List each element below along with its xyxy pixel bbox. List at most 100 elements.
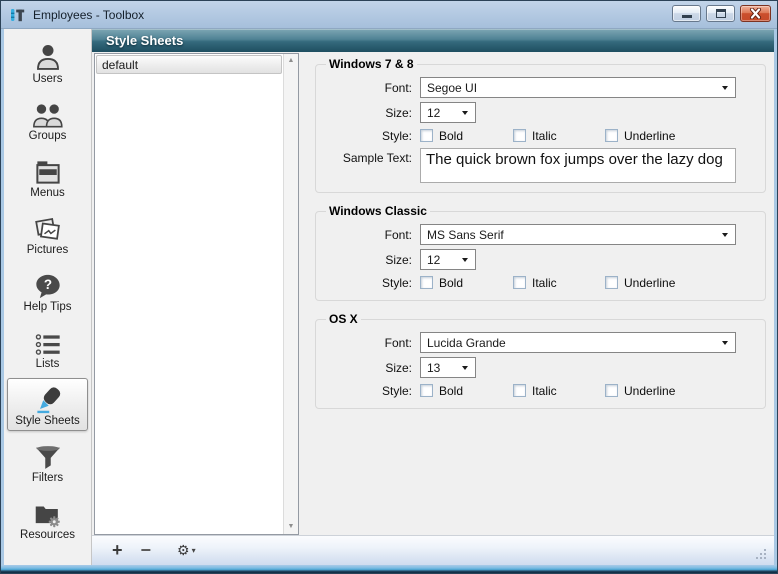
bold-checkbox[interactable] [420,129,433,142]
italic-option-classic: Italic [513,276,605,290]
minimize-icon [682,15,692,18]
lists-icon [34,325,62,357]
svg-text:?: ? [43,277,51,292]
font-label: Font: [324,228,420,242]
sidebar-item-resources[interactable]: Resources [7,492,88,545]
style-label: Style: [324,276,420,290]
size-select-classic[interactable]: 12 [420,249,476,270]
caption-buttons [672,5,771,22]
sidebar-item-users[interactable]: Users [7,36,88,89]
resize-grip[interactable] [754,547,767,560]
size-label: Size: [324,106,420,120]
window-bottom-border [1,565,777,573]
resources-icon [33,496,63,528]
panel-title: Style Sheets [106,33,183,48]
underline-option-classic: Underline [605,276,675,290]
size-select-value: 12 [427,253,440,267]
help-tips-icon: ? [34,268,62,300]
panel-header: Style Sheets [92,29,774,52]
chevron-down-icon [462,366,468,370]
scroll-up-icon[interactable]: ▲ [288,57,295,65]
maximize-button[interactable] [706,5,735,22]
titlebar: Employees - Toolbox [1,1,777,29]
font-select-w7[interactable]: Segoe UI [420,77,736,98]
sample-text-input[interactable]: The quick brown fox jumps over the lazy … [420,148,736,183]
gear-caret-icon: ▾ [192,546,196,555]
chevron-down-icon [722,341,728,345]
close-icon [749,8,762,19]
sidebar-item-style-sheets[interactable]: Style Sheets [7,378,88,431]
bold-checkbox[interactable] [420,384,433,397]
sidebar-item-menus[interactable]: Menus [7,150,88,203]
italic-checkbox[interactable] [513,276,526,289]
group-os-x: OS X Font: Lucida Grande Size: 13 [315,312,766,409]
bold-option-classic: Bold [420,276,513,290]
group-title: Windows Classic [326,204,430,218]
font-label: Font: [324,336,420,350]
list-toolbar: + − ⚙ ▾ [92,535,774,565]
chevron-down-icon [462,111,468,115]
italic-option-osx: Italic [513,384,605,398]
sidebar-item-groups[interactable]: Groups [7,93,88,146]
scroll-down-icon[interactable]: ▼ [288,523,295,531]
bold-checkbox[interactable] [420,276,433,289]
add-stylesheet-button[interactable]: + [112,540,123,561]
stylesheet-list-body[interactable]: default [95,54,283,534]
list-item-default[interactable]: default [96,55,282,74]
minimize-button[interactable] [672,5,701,22]
app-window: Employees - Toolbox [0,0,778,574]
underline-checkbox[interactable] [605,384,618,397]
group-title: OS X [326,312,361,326]
list-scrollbar[interactable]: ▲ ▼ [283,54,298,534]
maximize-icon [716,9,726,18]
sidebar-item-help-tips[interactable]: ? Help Tips [7,264,88,317]
bold-option-w7: Bold [420,129,513,143]
italic-option-w7: Italic [513,129,605,143]
size-select-osx[interactable]: 13 [420,357,476,378]
close-button[interactable] [740,5,771,22]
pictures-icon [33,211,63,243]
toolbox-app-icon [10,7,26,23]
sample-text-label: Sample Text: [324,148,420,165]
style-label: Style: [324,129,420,143]
underline-option-osx: Underline [605,384,675,398]
stylesheet-list: default ▲ ▼ [94,53,299,535]
font-select-value: MS Sans Serif [427,228,504,242]
groups-icon [32,97,64,129]
style-editor-panel: Windows 7 & 8 Font: Segoe UI Size: 12 [299,52,774,535]
sidebar: Users Groups [4,29,92,565]
size-select-w7[interactable]: 12 [420,102,476,123]
style-sheets-icon [33,382,63,414]
remove-stylesheet-button[interactable]: − [141,540,152,561]
menus-icon [33,154,63,186]
size-select-value: 12 [427,106,440,120]
chevron-down-icon [722,86,728,90]
size-select-value: 13 [427,361,440,375]
sidebar-item-lists[interactable]: Lists [7,321,88,374]
size-label: Size: [324,253,420,267]
font-select-osx[interactable]: Lucida Grande [420,332,736,353]
sidebar-item-pictures[interactable]: Pictures [7,207,88,260]
group-windows-classic: Windows Classic Font: MS Sans Serif Size… [315,204,766,301]
sidebar-item-filters[interactable]: Filters [7,435,88,488]
font-select-value: Segoe UI [427,81,477,95]
size-label: Size: [324,361,420,375]
filters-icon [33,439,63,471]
style-label: Style: [324,384,420,398]
underline-checkbox[interactable] [605,129,618,142]
underline-option-w7: Underline [605,129,675,143]
chevron-down-icon [722,233,728,237]
bold-option-osx: Bold [420,384,513,398]
group-windows-7-8: Windows 7 & 8 Font: Segoe UI Size: 12 [315,57,766,193]
gear-icon: ⚙ [177,542,190,559]
users-icon [33,40,63,72]
group-title: Windows 7 & 8 [326,57,417,71]
window-title: Employees - Toolbox [33,8,672,22]
font-select-classic[interactable]: MS Sans Serif [420,224,736,245]
italic-checkbox[interactable] [513,384,526,397]
font-label: Font: [324,81,420,95]
underline-checkbox[interactable] [605,276,618,289]
actions-gear-button[interactable]: ⚙ ▾ [177,542,196,559]
italic-checkbox[interactable] [513,129,526,142]
chevron-down-icon [462,258,468,262]
